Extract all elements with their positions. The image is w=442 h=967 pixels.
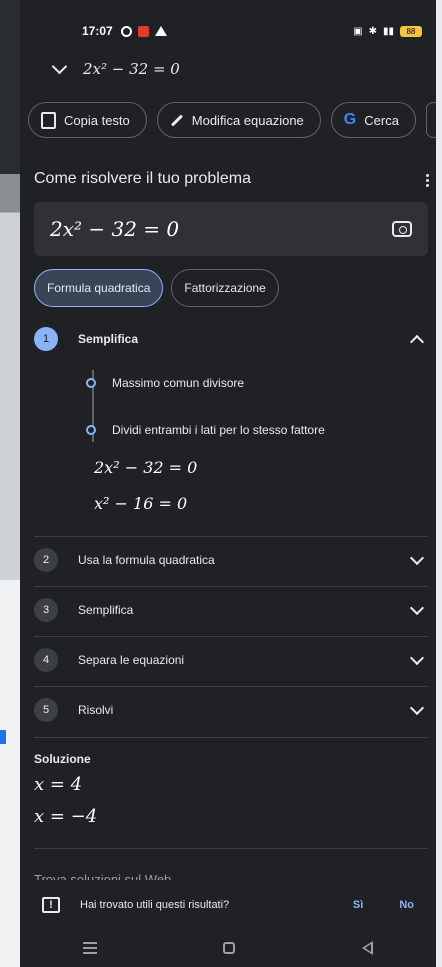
solution-value: x = 4 (34, 774, 83, 795)
substep-item[interactable]: Massimo comun divisore (86, 376, 244, 390)
tab-formula-quadratica[interactable]: Formula quadratica (34, 269, 164, 307)
nfc-icon: ▣ (353, 25, 363, 37)
step-number: 2 (34, 548, 58, 572)
copy-icon (41, 111, 56, 129)
step-equation: x² − 16 = 0 (94, 494, 188, 513)
feedback-no-button[interactable]: No (399, 899, 414, 911)
navigation-bar (20, 928, 436, 967)
step-label: Risolvi (78, 703, 114, 717)
step-5-header[interactable]: 5 Risolvi (34, 687, 428, 733)
equation-header[interactable]: 2x² − 32 = 0 (51, 58, 180, 78)
feedback-question: Hai trovato utili questi risultati? (80, 899, 230, 911)
section-title: Come risolvere il tuo problema (34, 170, 251, 187)
method-tabs: Formula quadratica Fattorizzazione (34, 269, 279, 307)
solution-label: Soluzione (34, 752, 91, 766)
more-options-icon[interactable] (426, 172, 430, 189)
step-label: Separa le equazioni (78, 653, 185, 667)
phone-screen: 17:07 ▣ ✱ ▮▮ 88 2x² − 32 = 0 Copia testo… (20, 0, 442, 967)
google-icon: G (343, 111, 357, 128)
search-chip[interactable]: G Cerca (330, 102, 416, 138)
step-label: Semplifica (78, 603, 134, 617)
timeline-dot-icon (86, 425, 96, 435)
step-number: 4 (34, 648, 58, 672)
camera-icon[interactable] (392, 221, 412, 237)
battery-icon: 88 (400, 25, 422, 37)
solution-value: x = −4 (34, 806, 98, 827)
chevron-down-icon[interactable] (409, 700, 425, 715)
whatsapp-icon (120, 25, 132, 37)
main-equation: 2x² − 32 = 0 (50, 217, 180, 241)
timeline-dot-icon (86, 378, 96, 388)
step-label: Semplifica (78, 332, 139, 346)
background-app-edge (0, 0, 20, 967)
copy-text-chip[interactable]: Copia testo (28, 102, 147, 138)
screen-edge (436, 0, 442, 967)
step-1-header[interactable]: 1 Semplifica (34, 316, 428, 362)
step-4-header[interactable]: 4 Separa le equazioni (34, 637, 428, 683)
edit-equation-chip[interactable]: Modifica equazione (156, 102, 321, 138)
status-time: 17:07 (82, 24, 113, 38)
chip-label: Copia testo (64, 112, 130, 128)
recent-apps-icon[interactable] (83, 939, 98, 957)
chevron-down-icon[interactable] (409, 600, 425, 615)
web-solutions-heading: Trova soluzioni sul Web (34, 872, 172, 880)
chip-label: Modifica equazione (191, 112, 304, 128)
feedback-bar: ! Hai trovato utili questi risultati? Sì… (20, 880, 436, 930)
chevron-up-icon[interactable] (409, 334, 425, 349)
divider (34, 737, 428, 738)
pencil-icon (170, 113, 183, 127)
home-icon[interactable] (223, 941, 236, 954)
notification-icon (137, 25, 149, 37)
step-number: 3 (34, 598, 58, 622)
divider (34, 848, 428, 849)
substep-label: Dividi entrambi i lati per lo stesso fat… (112, 423, 325, 437)
chevron-down-icon[interactable] (409, 550, 425, 565)
step-2-header[interactable]: 2 Usa la formula quadratica (34, 537, 428, 583)
alert-icon (154, 26, 167, 36)
tab-fattorizzazione[interactable]: Fattorizzazione (171, 269, 279, 307)
back-icon[interactable] (361, 940, 373, 955)
substep-label: Massimo comun divisore (112, 376, 245, 390)
chevron-down-icon[interactable] (51, 58, 68, 74)
bluetooth-icon: ✱ (368, 25, 377, 37)
background-fragment (0, 730, 6, 744)
step-3-header[interactable]: 3 Semplifica (34, 587, 428, 633)
feedback-icon: ! (42, 897, 60, 913)
equation-box[interactable]: 2x² − 32 = 0 (34, 202, 428, 256)
substep-item[interactable]: Dividi entrambi i lati per lo stesso fat… (86, 423, 325, 437)
step-equation: 2x² − 32 = 0 (94, 458, 198, 477)
step-number: 5 (34, 698, 58, 722)
header-equation: 2x² − 32 = 0 (83, 60, 180, 78)
signal-icon: ▮▮ (382, 25, 394, 37)
action-chips: Copia testo Modifica equazione G Cerca (28, 102, 440, 138)
step-number: 1 (34, 327, 58, 351)
step-label: Usa la formula quadratica (78, 553, 215, 567)
status-bar: 17:07 ▣ ✱ ▮▮ 88 (20, 16, 436, 46)
chip-label: Cerca (364, 112, 399, 128)
feedback-yes-button[interactable]: Sì (353, 899, 363, 911)
chevron-down-icon[interactable] (409, 650, 425, 665)
